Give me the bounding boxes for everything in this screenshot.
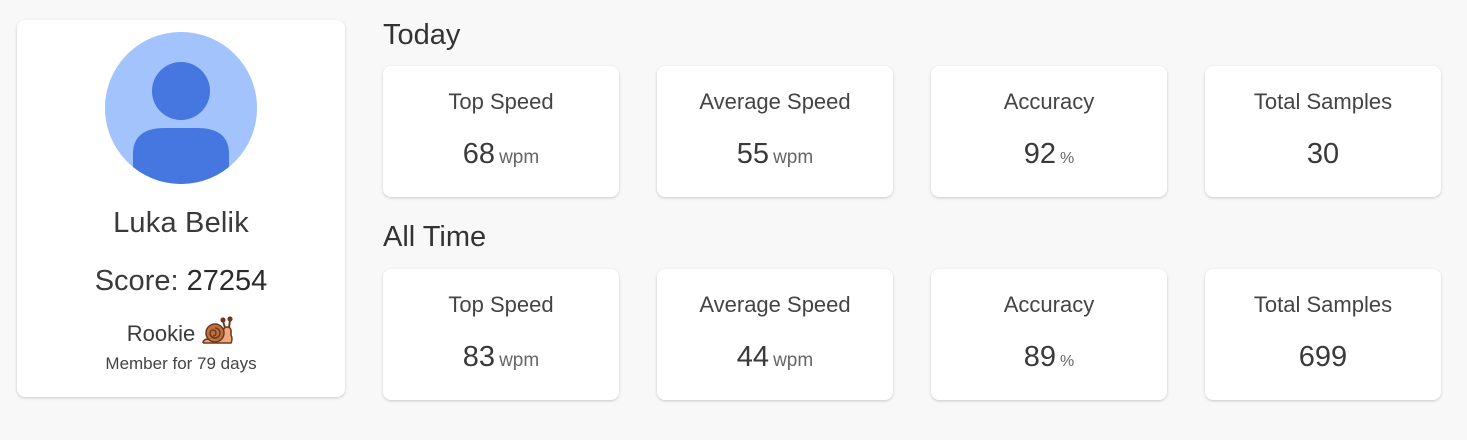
today-accuracy-card: Accuracy 92% xyxy=(931,66,1167,197)
member-duration: Member for 79 days xyxy=(105,354,257,373)
stat-number: 30 xyxy=(1306,138,1340,170)
stat-label: Total Samples xyxy=(1253,292,1393,317)
all-time-total-samples-card: Total Samples 699 xyxy=(1205,269,1441,400)
stat-unit: wpm xyxy=(499,147,540,168)
section-title-all-time: All Time xyxy=(383,221,487,253)
stat-label: Top Speed xyxy=(448,292,554,317)
stat-number: 92 xyxy=(1023,138,1057,170)
stat-value: 83 wpm xyxy=(383,341,619,374)
stat-number: 83 xyxy=(462,341,496,373)
all-time-accuracy-card: Accuracy 89% xyxy=(931,269,1167,400)
today-average-speed-card: Average Speed 55 wpm xyxy=(657,66,893,197)
all-time-average-speed-card: Average Speed 44 wpm xyxy=(657,269,893,400)
snail-icon xyxy=(201,315,235,353)
user-name: Luka Belik xyxy=(113,207,249,239)
stat-unit: wpm xyxy=(499,350,540,371)
today-top-speed-card: Top Speed 68 wpm xyxy=(383,66,619,197)
stat-number: 68 xyxy=(462,138,496,170)
profile-card: Luka Belik Score: 27254 Rookie Member fo… xyxy=(17,20,345,397)
stat-label: Accuracy xyxy=(1003,89,1095,114)
all-time-top-speed-card: Top Speed 83 wpm xyxy=(383,269,619,400)
score-value: 27254 xyxy=(186,265,268,297)
stat-value: 92% xyxy=(931,138,1167,171)
stat-number: 699 xyxy=(1298,341,1348,373)
stat-label: Top Speed xyxy=(448,89,554,114)
stat-unit: wpm xyxy=(773,147,814,168)
rank: Rookie xyxy=(17,315,345,353)
score-label: Score: xyxy=(94,265,179,297)
stat-value: 44 wpm xyxy=(657,341,893,374)
section-title-today: Today xyxy=(383,19,461,51)
stat-unit: % xyxy=(1060,150,1075,167)
stat-value: 699 xyxy=(1205,341,1441,374)
stat-number: 44 xyxy=(736,341,770,373)
rank-label: Rookie xyxy=(126,321,196,346)
stat-value: 89% xyxy=(931,341,1167,374)
stat-label: Average Speed xyxy=(699,89,851,114)
stat-value: 55 wpm xyxy=(657,138,893,171)
stat-value: 30 xyxy=(1205,138,1441,171)
user-avatar-icon[interactable] xyxy=(105,32,257,184)
today-total-samples-card: Total Samples 30 xyxy=(1205,66,1441,197)
stat-label: Average Speed xyxy=(699,292,851,317)
stat-unit: wpm xyxy=(773,350,814,371)
stat-unit: % xyxy=(1060,353,1075,370)
stat-label: Accuracy xyxy=(1003,292,1095,317)
score: Score: 27254 xyxy=(17,265,345,298)
stat-number: 55 xyxy=(736,138,770,170)
stat-value: 68 wpm xyxy=(383,138,619,171)
stat-label: Total Samples xyxy=(1253,89,1393,114)
stat-number: 89 xyxy=(1023,341,1057,373)
